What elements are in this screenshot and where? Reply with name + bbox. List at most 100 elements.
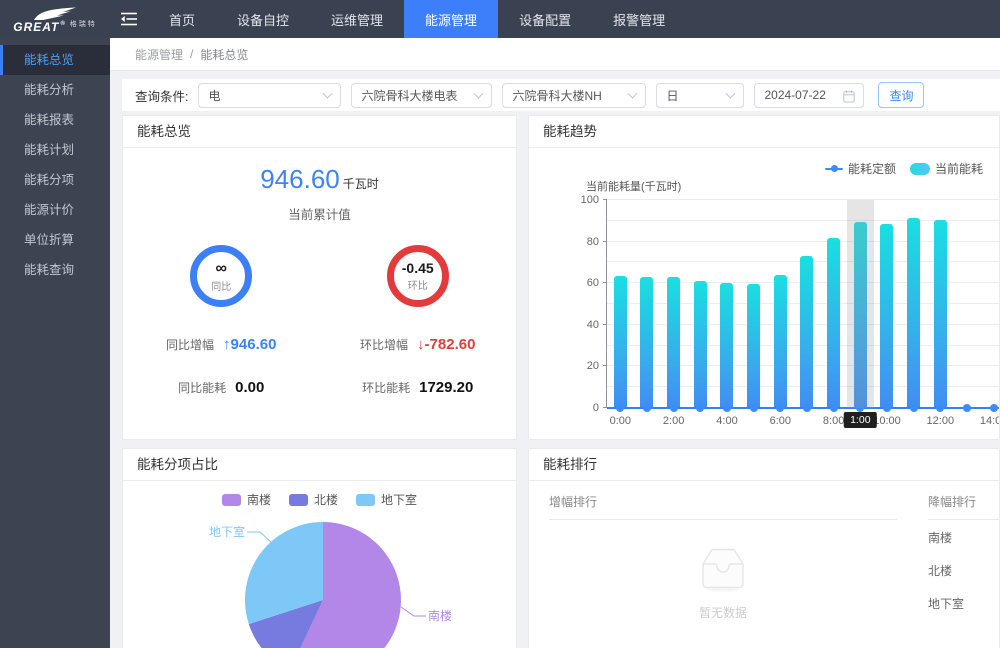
quota-dot-7:00 — [803, 404, 811, 412]
logo-text: GREAT®格瑞特 — [13, 21, 97, 33]
pie-marker-icon — [289, 494, 308, 506]
total-consumption: 946.60千瓦时 — [123, 164, 516, 195]
axis-pointer-shadow — [847, 200, 874, 408]
x-axis-label: 0:00 — [610, 415, 631, 427]
pie-legend-item-北楼[interactable]: 北楼 — [289, 491, 338, 508]
sidebar-item-单位折算[interactable]: 单位折算 — [0, 225, 110, 255]
y-axis-label: 60 — [587, 277, 599, 289]
select-period[interactable]: 日 — [656, 83, 744, 108]
y-axis-label: 80 — [587, 236, 599, 248]
pie-legend-label: 地下室 — [381, 491, 417, 508]
panel-title: 能耗总览 — [123, 116, 516, 148]
up-arrow-icon: ↑ — [223, 336, 231, 353]
query-selects: 电 六院骨科大楼电表六院骨科大楼NH 日 — [198, 83, 754, 108]
y-axis-tick — [603, 365, 607, 366]
down-arrow-icon: ↓ — [417, 336, 425, 353]
panel-energy-trend: 能耗趋势 能耗定额 当前能耗 当前能耗量(千瓦时) 0204060801000:0… — [528, 115, 1000, 440]
nav-item-报警管理[interactable]: 报警管理 — [592, 0, 686, 38]
bar-1:00 — [640, 277, 653, 408]
x-axis-label: 8:00 — [823, 415, 844, 427]
mom-energy-label: 环比能耗 — [362, 379, 410, 396]
chevron-down-icon — [323, 88, 333, 98]
total-caption: 当前累计值 — [123, 204, 516, 223]
total-unit: 千瓦时 — [343, 177, 379, 191]
rank-item-北楼: 北楼 — [928, 555, 999, 588]
panel-title: 能耗趋势 — [529, 116, 999, 148]
sidebar-item-能耗查询[interactable]: 能耗查询 — [0, 255, 110, 285]
legend-item-当前能耗[interactable]: 当前能耗 — [910, 160, 983, 177]
panel-energy-ranking: 能耗排行 增幅排行 暂无数据 — [528, 448, 1000, 648]
nav-item-设备自控[interactable]: 设备自控 — [216, 0, 310, 38]
pie-legend-item-地下室[interactable]: 地下室 — [356, 491, 417, 508]
select-energy-type[interactable]: 电 — [198, 83, 341, 108]
decline-ranking-title: 降幅排行 — [928, 493, 999, 510]
sidebar-item-能耗分析[interactable]: 能耗分析 — [0, 75, 110, 105]
bar-11:00 — [907, 218, 920, 408]
query-button[interactable]: 查询 — [878, 82, 924, 108]
y-axis-label: 40 — [587, 319, 599, 331]
empty-state: 暂无数据 — [549, 546, 897, 621]
quota-dot-10:00 — [883, 404, 891, 412]
legend-label: 当前能耗 — [935, 160, 983, 177]
decline-ranking-column: 降幅排行 南楼北楼地下室 — [928, 481, 999, 621]
brand-reg-mark: ® — [60, 21, 65, 27]
mom-growth-value: ↓-782.60 — [417, 336, 475, 353]
legend-label: 能耗定额 — [848, 160, 896, 177]
date-picker[interactable]: 2024-07-22 — [754, 83, 864, 108]
panel-energy-overview: 能耗总览 946.60千瓦时 当前累计值 ∞ 同比 — [122, 115, 517, 440]
quota-dot-5:00 — [750, 404, 758, 412]
trend-chart: 0204060801000:002:004:006:008:0010:0012:… — [606, 200, 999, 408]
rank-item-地下室: 地下室 — [928, 588, 999, 621]
yoy-growth-label: 同比增幅 — [166, 336, 214, 353]
bar-6:00 — [774, 275, 787, 408]
pie-legend-label: 南楼 — [247, 491, 271, 508]
panel-title: 能耗排行 — [529, 449, 999, 481]
bar-3:00 — [694, 281, 707, 408]
mom-growth-row: 环比增幅 ↓-782.60 — [360, 336, 475, 353]
sidebar-item-能源计价[interactable]: 能源计价 — [0, 195, 110, 225]
app-viewport: GREAT®格瑞特 首页设备自控运维管理能源管理设备配置报警管理 能耗总览能耗分… — [0, 0, 1000, 648]
pie-marker-icon — [356, 494, 375, 506]
sidebar: 能耗总览能耗分析能耗报表能耗计划能耗分项能源计价单位折算能耗查询 — [0, 38, 110, 648]
sidebar-item-能耗总览[interactable]: 能耗总览 — [0, 45, 110, 75]
select-value-energy-type: 电 — [208, 87, 220, 104]
chevron-down-icon — [726, 88, 736, 98]
x-axis-label: 10:00 — [873, 415, 901, 427]
decline-ranking-list: 南楼北楼地下室 — [928, 522, 999, 621]
nav-item-能源管理[interactable]: 能源管理 — [404, 0, 498, 38]
chevron-down-icon — [628, 88, 638, 98]
logo-swoosh-icon — [33, 7, 77, 21]
legend-item-能耗定额[interactable]: 能耗定额 — [825, 160, 896, 177]
quota-dot-3:00 — [696, 404, 704, 412]
x-axis-label: 6:00 — [770, 415, 791, 427]
pie-label-line-南楼 — [401, 607, 426, 616]
x-axis-label: 4:00 — [716, 415, 737, 427]
nav-item-设备配置[interactable]: 设备配置 — [498, 0, 592, 38]
quota-dot-8:00 — [830, 404, 838, 412]
breadcrumb-parent[interactable]: 能源管理 — [135, 46, 183, 63]
y-axis-title: 当前能耗量(千瓦时) — [586, 178, 681, 194]
gridline — [607, 199, 999, 200]
sidebar-item-能耗报表[interactable]: 能耗报表 — [0, 105, 110, 135]
quota-dot-1:00 — [643, 404, 651, 412]
y-axis-label: 0 — [593, 402, 599, 414]
nav-item-运维管理[interactable]: 运维管理 — [310, 0, 404, 38]
pie-legend-item-南楼[interactable]: 南楼 — [222, 491, 271, 508]
select-meter[interactable]: 六院骨科大楼电表 — [351, 83, 492, 108]
chevron-down-icon — [474, 88, 484, 98]
brand-logo: GREAT®格瑞特 — [0, 0, 110, 38]
menu-collapse-icon[interactable] — [110, 0, 148, 38]
x-axis-label: 2:00 — [663, 415, 684, 427]
quota-dot-6:00 — [776, 404, 784, 412]
nav-item-首页[interactable]: 首页 — [148, 0, 216, 38]
yoy-energy-row: 同比能耗 0.00 — [178, 379, 264, 396]
select-value-period: 日 — [666, 87, 678, 104]
overview-body: 946.60千瓦时 当前累计值 ∞ 同比 同比增幅 — [123, 148, 516, 438]
calendar-icon — [843, 90, 855, 103]
select-node[interactable]: 六院骨科大楼NH — [502, 83, 646, 108]
sidebar-item-能耗计划[interactable]: 能耗计划 — [0, 135, 110, 165]
sidebar-item-能耗分项[interactable]: 能耗分项 — [0, 165, 110, 195]
yoy-ring-label: 同比 — [211, 278, 231, 293]
bar-0:00 — [614, 276, 627, 408]
mom-energy-value: 1729.20 — [419, 379, 473, 396]
